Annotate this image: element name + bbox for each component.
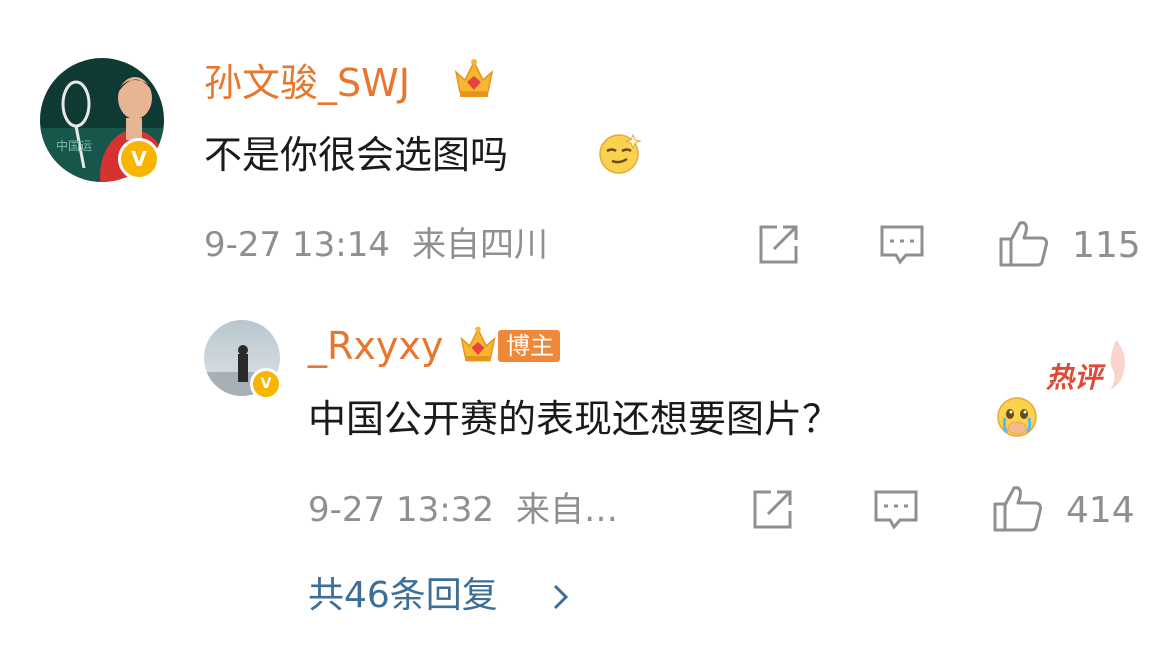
hot-comment-tag: 热评 bbox=[1046, 361, 1103, 394]
like-icon[interactable] bbox=[998, 218, 1050, 268]
crying-emoji bbox=[994, 394, 1040, 440]
reply-like-count: 414 bbox=[1066, 490, 1135, 531]
reply-like-icon[interactable] bbox=[992, 483, 1044, 533]
comment-author-name[interactable]: 孙文骏_SWJ bbox=[204, 64, 410, 102]
reply-location: 来自… bbox=[516, 490, 618, 530]
verified-badge-icon: V bbox=[118, 138, 160, 180]
comment-location: 来自四川 bbox=[412, 225, 548, 265]
view-replies-link[interactable]: 共46条回复 bbox=[308, 578, 498, 614]
flame-decoration-icon bbox=[1100, 338, 1130, 392]
reply-verified-badge-icon: V bbox=[250, 368, 282, 400]
comment-like-count: 115 bbox=[1072, 225, 1141, 266]
svg-text:中国运: 中国运 bbox=[56, 138, 92, 153]
blogger-badge: 博主 bbox=[498, 330, 560, 362]
comment-text: 不是你很会选图吗 bbox=[204, 133, 509, 177]
reply-text: 中国公开赛的表现还想要图片？ bbox=[308, 397, 841, 441]
share-icon[interactable] bbox=[755, 222, 801, 268]
reply-comment-icon[interactable] bbox=[872, 487, 920, 533]
reply-share-icon[interactable] bbox=[749, 487, 795, 533]
comment-time: 9-27 13:14 bbox=[204, 225, 390, 265]
comment-icon[interactable] bbox=[878, 222, 926, 268]
chevron-right-icon[interactable] bbox=[548, 580, 572, 614]
smirk-emoji bbox=[596, 130, 642, 176]
crown-icon bbox=[456, 322, 500, 366]
view-replies-label: 共46条回复 bbox=[308, 575, 498, 616]
reply-time: 9-27 13:32 bbox=[308, 490, 494, 530]
crown-icon bbox=[450, 54, 498, 102]
reply-author-name[interactable]: _Rxyxy bbox=[308, 327, 443, 365]
